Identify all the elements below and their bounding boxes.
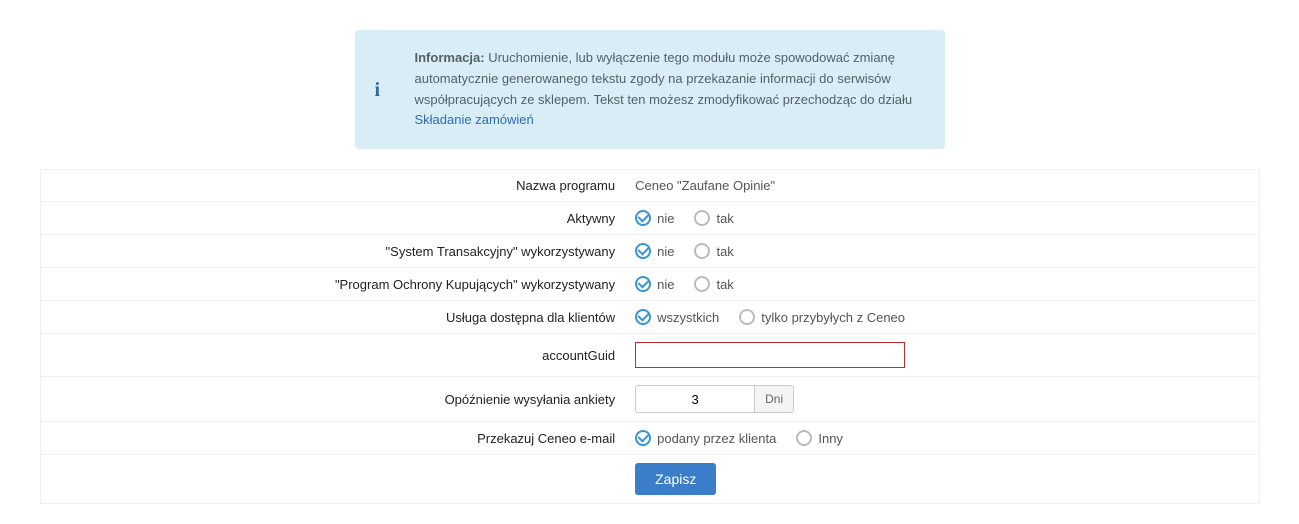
radio-checked-icon <box>635 309 651 325</box>
label-forward-email: Przekazuj Ceneo e-mail <box>40 422 625 455</box>
radio-checked-icon <box>635 210 651 226</box>
radio-active-yes[interactable]: tak <box>694 210 733 226</box>
radio-checked-icon <box>635 430 651 446</box>
radio-unchecked-icon <box>694 243 710 259</box>
radio-label: nie <box>657 211 674 226</box>
label-trans-system: "System Transakcyjny" wykorzystywany <box>40 235 625 268</box>
label-service-avail: Usługa dostępna dla klientów <box>40 301 625 334</box>
label-delay: Opóźnienie wysyłania ankiety <box>40 377 625 422</box>
input-delay[interactable] <box>635 385 755 413</box>
radio-label: tak <box>716 244 733 259</box>
radio-label: Inny <box>818 431 843 446</box>
info-icon: i <box>375 74 381 106</box>
label-buyer-prot: "Program Ochrony Kupujących" wykorzystyw… <box>40 268 625 301</box>
radio-unchecked-icon <box>739 309 755 325</box>
radio-unchecked-icon <box>796 430 812 446</box>
radio-label: tylko przybyłych z Ceneo <box>761 310 905 325</box>
radio-label: tak <box>716 211 733 226</box>
radio-service-all[interactable]: wszystkich <box>635 309 719 325</box>
info-box: i Informacja: Uruchomienie, lub wyłączen… <box>355 30 945 149</box>
value-program-name: Ceneo "Zaufane Opinie" <box>635 178 775 193</box>
save-button[interactable]: Zapisz <box>635 463 716 495</box>
radio-buyer-yes[interactable]: tak <box>694 276 733 292</box>
radio-checked-icon <box>635 276 651 292</box>
delay-unit: Dni <box>755 385 794 413</box>
radio-active-no[interactable]: nie <box>635 210 674 226</box>
info-link[interactable]: Składanie zamówień <box>415 112 534 127</box>
info-label: Informacja: <box>415 50 485 65</box>
radio-buyer-no[interactable]: nie <box>635 276 674 292</box>
label-account-guid: accountGuid <box>40 334 625 377</box>
label-program-name: Nazwa programu <box>40 170 625 202</box>
input-account-guid[interactable] <box>635 342 905 368</box>
radio-service-ceneo[interactable]: tylko przybyłych z Ceneo <box>739 309 905 325</box>
radio-unchecked-icon <box>694 276 710 292</box>
radio-email-other[interactable]: Inny <box>796 430 843 446</box>
radio-checked-icon <box>635 243 651 259</box>
info-text: Uruchomienie, lub wyłączenie tego modułu… <box>415 50 913 107</box>
radio-unchecked-icon <box>694 210 710 226</box>
radio-label: tak <box>716 277 733 292</box>
radio-trans-yes[interactable]: tak <box>694 243 733 259</box>
radio-label: podany przez klienta <box>657 431 776 446</box>
radio-label: wszystkich <box>657 310 719 325</box>
radio-label: nie <box>657 277 674 292</box>
radio-label: nie <box>657 244 674 259</box>
radio-email-client[interactable]: podany przez klienta <box>635 430 776 446</box>
settings-table: Nazwa programu Ceneo "Zaufane Opinie" Ak… <box>40 169 1260 504</box>
radio-trans-no[interactable]: nie <box>635 243 674 259</box>
label-active: Aktywny <box>40 202 625 235</box>
